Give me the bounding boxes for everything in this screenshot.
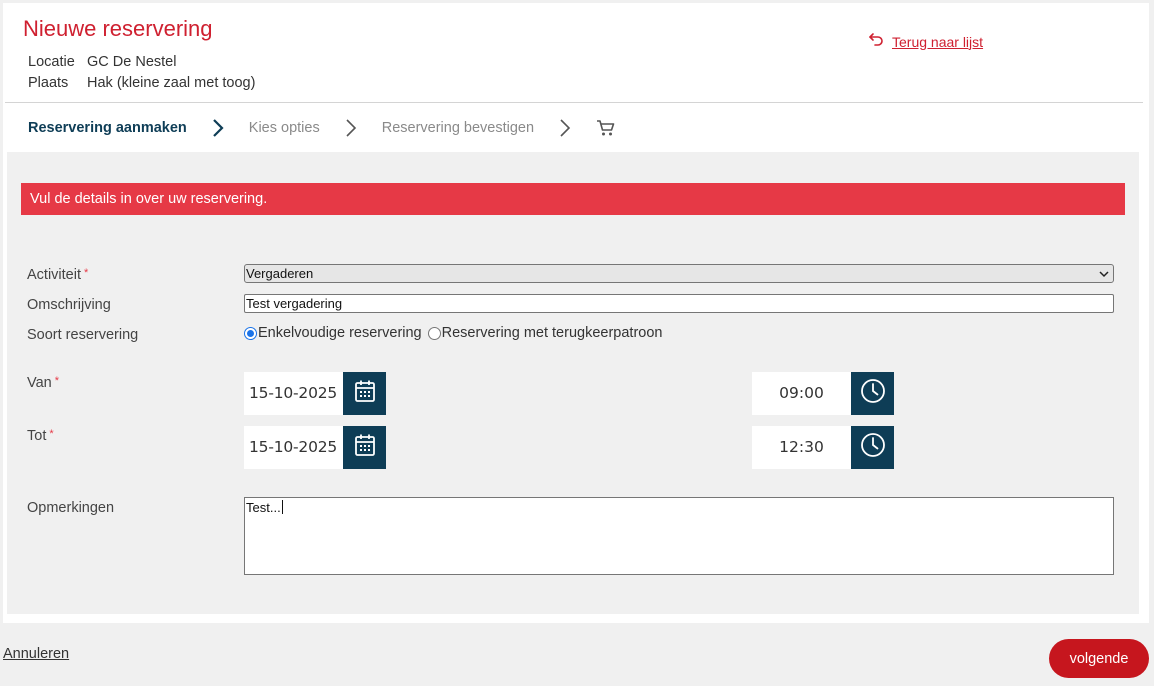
radio-recurring-label: Reservering met terugkeerpatroon <box>441 325 663 341</box>
step-create-reservation: Reservering aanmaken <box>28 120 187 136</box>
page-title: Nieuwe reservering <box>23 16 213 41</box>
calendar-icon <box>354 379 376 408</box>
info-banner: Vul de details in over uw reservering. <box>21 183 1125 215</box>
clock-icon <box>860 378 886 409</box>
place-row: Plaats Hak (kleine zaal met toog) <box>28 75 255 91</box>
step-choose-options: Kies opties <box>248 120 320 136</box>
required-marker: * <box>84 267 89 279</box>
text-caret <box>281 500 283 514</box>
description-input[interactable]: Test vergadering <box>244 294 1114 313</box>
chevron-right-icon <box>320 118 382 138</box>
to-time-input[interactable]: 12:30 <box>752 426 851 469</box>
reservation-type-label: Soort reservering <box>27 327 139 343</box>
undo-arrow-icon <box>868 32 884 51</box>
from-time-input[interactable]: 09:00 <box>752 372 851 415</box>
required-marker: * <box>49 428 54 440</box>
header-divider <box>5 102 1143 103</box>
shopping-cart-icon <box>596 117 618 139</box>
from-date-input[interactable]: 15-10-2025 <box>244 372 343 415</box>
back-to-list-label: Terug naar lijst <box>892 33 984 50</box>
radio-recurring-reservation[interactable]: Reservering met terugkeerpatroon <box>427 325 663 341</box>
remarks-value: Test... <box>246 500 281 515</box>
place-value: Hak (kleine zaal met toog) <box>87 75 256 91</box>
radio-single-reservation[interactable]: Enkelvoudige reservering <box>244 325 422 341</box>
activity-selected-value: Vergaderen <box>246 266 314 281</box>
chevron-down-icon <box>1098 265 1110 282</box>
location-row: Locatie GC De Nestel <box>28 54 176 70</box>
radio-single-label: Enkelvoudige reservering <box>258 325 422 341</box>
back-to-list-link[interactable]: Terug naar lijst <box>868 32 983 51</box>
cancel-link[interactable]: Annuleren <box>3 646 69 662</box>
remarks-label: Opmerkingen <box>27 500 115 516</box>
radio-button-unchecked[interactable] <box>427 326 441 340</box>
step-confirm-reservation: Reservering bevestigen <box>381 120 535 136</box>
calendar-icon <box>354 433 376 462</box>
description-label: Omschrijving <box>27 297 111 313</box>
to-time-picker-button[interactable] <box>851 426 894 469</box>
location-value: GC De Nestel <box>87 54 177 70</box>
from-date-picker-button[interactable] <box>343 372 386 415</box>
place-label: Plaats <box>28 75 69 91</box>
to-date-picker-button[interactable] <box>343 426 386 469</box>
location-label: Locatie <box>28 54 75 70</box>
remarks-textarea[interactable]: Test... <box>244 497 1114 575</box>
from-label: Van * <box>27 375 60 391</box>
activity-label: Activiteit * <box>27 267 89 283</box>
required-marker: * <box>54 375 60 387</box>
to-date-input[interactable]: 15-10-2025 <box>244 426 343 469</box>
chevron-right-icon <box>534 118 596 138</box>
from-time-picker-button[interactable] <box>851 372 894 415</box>
progress-steps: Reservering aanmaken Kies opties Reserve… <box>28 117 618 139</box>
activity-select[interactable]: Vergaderen <box>244 264 1114 283</box>
reservation-type-group: Enkelvoudige reservering Reservering met… <box>244 325 662 341</box>
radio-button-checked[interactable] <box>244 326 257 340</box>
next-button[interactable]: volgende <box>1049 639 1149 678</box>
chevron-right-icon <box>187 118 249 138</box>
clock-icon <box>860 432 886 463</box>
to-label: Tot * <box>27 428 54 444</box>
